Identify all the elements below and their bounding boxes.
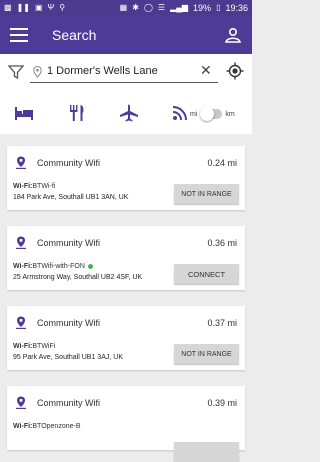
location-input-underline [30,82,218,83]
page-title: Search [52,26,97,43]
signal-icon: ▂▄▆ [170,2,189,12]
status-bar: ▩ ❚❚ ▣ Ψ ⚲ ▦ ✱ ◯ ☰ ▂▄▆ 19% ▯ 19:36 [0,0,252,15]
restaurant-icon[interactable] [67,104,87,122]
ssid-prefix: Wi-Fi: [13,423,33,430]
battery-percent: 19% [193,2,212,13]
clock: 19:36 [225,2,248,13]
location-pin-icon [33,66,42,78]
card-distance: 0.24 mi [207,158,237,168]
result-card[interactable]: Community Wifi 0.37 mi Wi-Fi:BTWiFi 95 P… [7,306,245,370]
online-status-dot [87,263,93,269]
card-address: 184 Park Ave, Southall UB1 3AN, UK [13,194,129,201]
location-row: 1 Dormer's Wells Lane ✕ [0,54,252,90]
map-pin-icon [16,316,26,329]
card-ssid: Wi-Fi:BTWiFi [13,343,55,350]
unit-toggle[interactable]: mi km [190,107,235,121]
ssid-prefix: Wi-Fi: [13,343,33,350]
card-distance: 0.39 mi [207,398,237,408]
status-system: ▦ ✱ ◯ ☰ ▂▄▆ 19% ▯ 19:36 [120,3,248,13]
result-card[interactable]: Community Wifi 0.39 mi Wi-Fi:BTOpenzone-… [7,386,245,462]
card-ssid: Wi-Fi:BTOpenzone-B [13,423,81,430]
card-title: Community Wifi [37,238,101,248]
unit-label-km: km [225,110,235,118]
nfc-icon: ▦ [119,2,128,12]
profile-icon[interactable] [224,26,242,44]
card-action-button[interactable] [174,442,239,462]
clear-icon[interactable]: ✕ [200,63,212,77]
result-card[interactable]: Community Wifi 0.24 mi Wi-Fi:BTWi-fi 184… [7,146,245,210]
map-pin-icon [16,156,26,169]
ssid-prefix: Wi-Fi: [13,263,33,270]
unit-switch-knob [200,107,215,121]
card-title: Community Wifi [37,318,101,328]
result-card[interactable]: Community Wifi 0.36 mi Wi-Fi:BTWifi-with… [7,226,245,290]
connect-button[interactable]: CONNECT [174,264,239,284]
usb-icon: Ψ [47,2,55,12]
filter-panel: 1 Dormer's Wells Lane ✕ mi km [0,54,252,134]
wifi-status-icon: ☰ [157,2,166,12]
card-distance: 0.37 mi [207,318,237,328]
map-pin-icon [16,236,26,249]
unit-label-mi: mi [190,110,198,118]
ssid-prefix: Wi-Fi: [13,183,33,190]
card-address: 95 Park Ave, Southall UB1 3AJ, UK [13,354,123,361]
menu-icon[interactable] [10,27,28,42]
ssid-name: BTWifi-with-FON [32,263,85,270]
battery-icon: ▯ [216,2,221,12]
not-in-range-button[interactable]: NOT IN RANGE [174,344,239,364]
wifi-icon[interactable] [170,104,190,122]
bed-icon[interactable] [14,104,34,122]
card-ssid: Wi-Fi:BTWifi-with-FON [13,263,93,270]
pause-icon: ❚❚ [16,2,30,12]
location-input[interactable]: 1 Dormer's Wells Lane [47,65,158,77]
shield-icon: ◯ [143,2,153,12]
status-notifications: ▩ ❚❚ ▣ Ψ ⚲ [4,2,66,12]
filter-icon[interactable] [8,64,24,80]
card-title: Community Wifi [37,158,101,168]
not-in-range-button[interactable]: NOT IN RANGE [174,184,239,204]
card-ssid: Wi-Fi:BTWi-fi [13,183,55,190]
ssid-name: BTWiFi [32,343,56,350]
unit-switch[interactable] [200,107,223,121]
airplane-icon[interactable] [119,104,139,122]
card-distance: 0.36 mi [207,238,237,248]
my-location-icon[interactable] [226,62,244,80]
card-address: 25 Armstrong Way, Southall UB2 4SF, UK [13,274,143,281]
card-title: Community Wifi [37,398,101,408]
map-pin-icon [16,396,26,409]
image-icon: ▣ [34,2,43,12]
app-bar: Search [0,15,252,54]
message-icon: ▩ [4,2,12,12]
category-row: mi km [0,94,252,130]
bluetooth-icon: ✱ [132,2,139,12]
ssid-name: BTWi-fi [32,183,56,190]
ssid-name: BTOpenzone-B [32,423,81,430]
search-notification-icon: ⚲ [59,2,66,12]
